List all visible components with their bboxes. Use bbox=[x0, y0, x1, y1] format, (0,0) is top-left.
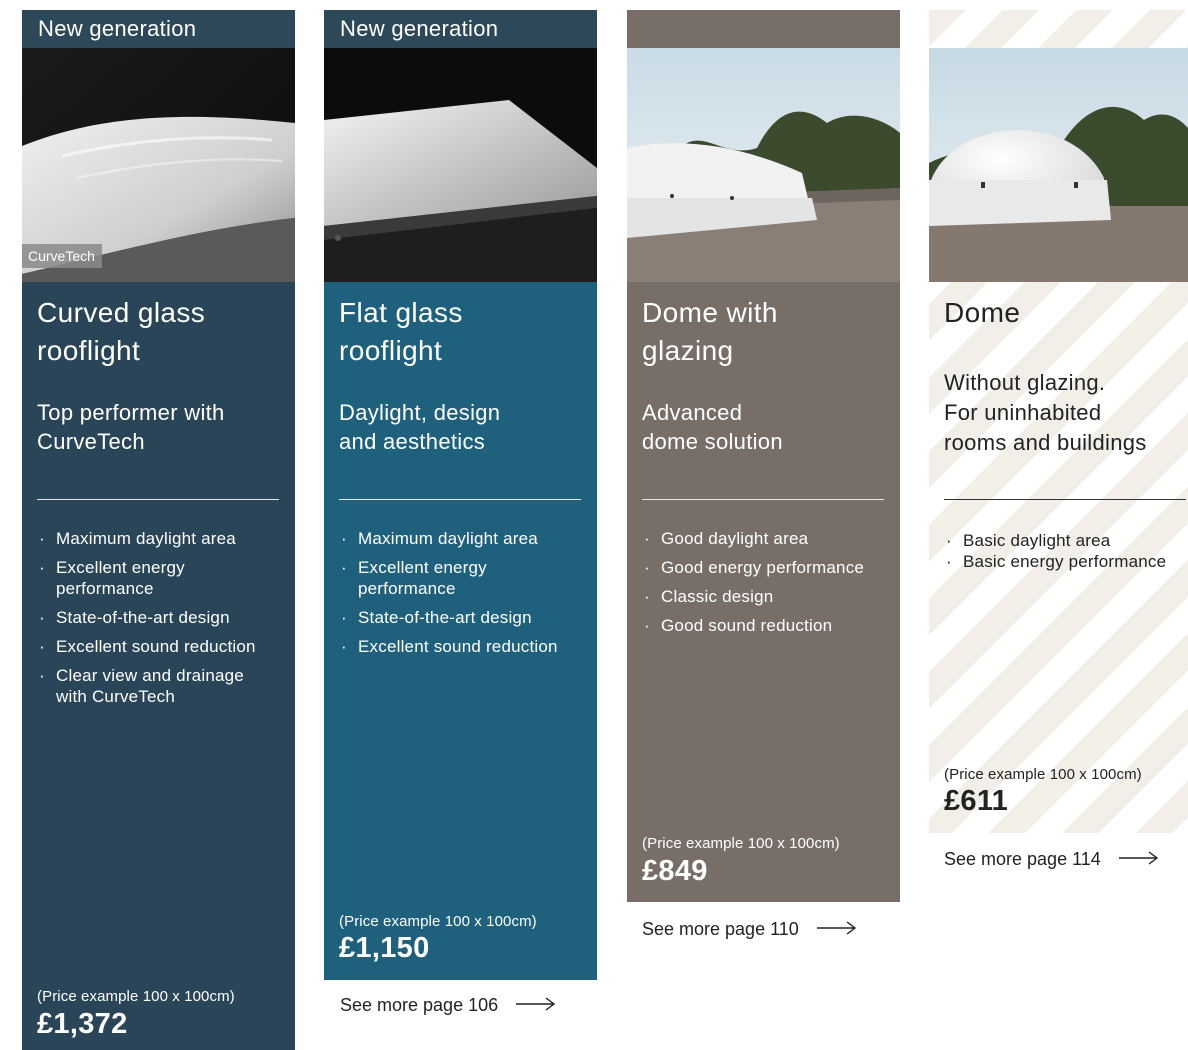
feature-item: Maximum daylight area bbox=[339, 528, 558, 549]
product-photo bbox=[929, 48, 1188, 282]
feature-item: State-of-the-art design bbox=[37, 607, 256, 628]
feature-item: Maximum daylight area bbox=[37, 528, 256, 549]
badge-band: New generation bbox=[22, 10, 295, 48]
see-more-link[interactable]: See more page 114 bbox=[944, 849, 1159, 870]
feature-item: Basic daylight area bbox=[944, 530, 1166, 551]
right-arrow-icon bbox=[816, 919, 857, 940]
divider bbox=[642, 499, 884, 500]
new-generation-badge: New generation bbox=[38, 16, 197, 41]
badge-band bbox=[929, 10, 1188, 48]
product-card-curved-glass: New generation CurveTech Curved glass ro… bbox=[22, 10, 295, 1050]
feature-item: State-of-the-art design bbox=[339, 607, 558, 628]
product-title: Curved glass rooflight bbox=[37, 297, 206, 366]
product-card-dome: Dome Without glazing. For uninhabited ro… bbox=[929, 10, 1188, 833]
price-note: (Price example 100 x 100cm) bbox=[944, 766, 1142, 783]
price-note: (Price example 100 x 100cm) bbox=[642, 835, 840, 852]
feature-item: Excellent sound reduction bbox=[37, 636, 256, 657]
badge-band bbox=[627, 10, 900, 48]
feature-item: Excellent energyperformance bbox=[37, 557, 256, 599]
right-arrow-icon bbox=[516, 995, 556, 1016]
feature-list: Maximum daylight area Excellent energype… bbox=[37, 528, 256, 715]
feature-item: Good sound reduction bbox=[642, 615, 864, 636]
product-subtitle: Without glazing. For uninhabited rooms a… bbox=[944, 370, 1147, 455]
feature-item: Classic design bbox=[642, 586, 864, 607]
product-photo bbox=[627, 48, 900, 282]
feature-item: Clear view and drainagewith CurveTech bbox=[37, 665, 256, 707]
see-more-link[interactable]: See more page 110 bbox=[642, 919, 857, 940]
badge-band: New generation bbox=[324, 10, 597, 48]
feature-list: Maximum daylight area Excellent energype… bbox=[339, 528, 558, 665]
feature-item: Excellent sound reduction bbox=[339, 636, 558, 657]
feature-list: Good daylight area Good energy performan… bbox=[642, 528, 864, 644]
product-subtitle: Advanced dome solution bbox=[642, 400, 783, 454]
feature-item: Good daylight area bbox=[642, 528, 864, 549]
feature-list: Basic daylight area Basic energy perform… bbox=[944, 530, 1166, 572]
product-card-flat-glass: New generation Flat glass rooflight Dayl… bbox=[324, 10, 597, 980]
product-photo: CurveTech bbox=[22, 48, 295, 282]
product-subtitle: Top performer with CurveTech bbox=[37, 400, 225, 454]
divider bbox=[37, 499, 279, 500]
product-subtitle: Daylight, design and aesthetics bbox=[339, 400, 501, 454]
divider bbox=[944, 499, 1186, 500]
see-more-link[interactable]: See more page 106 bbox=[340, 995, 556, 1016]
price: £849 bbox=[642, 855, 708, 887]
product-card-dome-glazing: Dome with glazing Advanced dome solution… bbox=[627, 10, 900, 902]
product-title: Dome bbox=[944, 297, 1021, 328]
right-arrow-icon bbox=[1118, 849, 1159, 870]
price-note: (Price example 100 x 100cm) bbox=[37, 988, 235, 1005]
divider bbox=[339, 499, 581, 500]
product-title: Flat glass rooflight bbox=[339, 297, 463, 366]
new-generation-badge: New generation bbox=[340, 16, 499, 41]
product-photo bbox=[324, 48, 597, 282]
price-note: (Price example 100 x 100cm) bbox=[339, 913, 537, 930]
feature-item: Basic energy performance bbox=[944, 551, 1166, 572]
curvetech-logo: CurveTech bbox=[28, 248, 95, 264]
feature-item: Good energy performance bbox=[642, 557, 864, 578]
price: £611 bbox=[944, 785, 1009, 817]
price: £1,150 bbox=[339, 932, 430, 964]
feature-item: Excellent energyperformance bbox=[339, 557, 558, 599]
price: £1,372 bbox=[37, 1008, 128, 1040]
product-title: Dome with glazing bbox=[642, 297, 778, 366]
